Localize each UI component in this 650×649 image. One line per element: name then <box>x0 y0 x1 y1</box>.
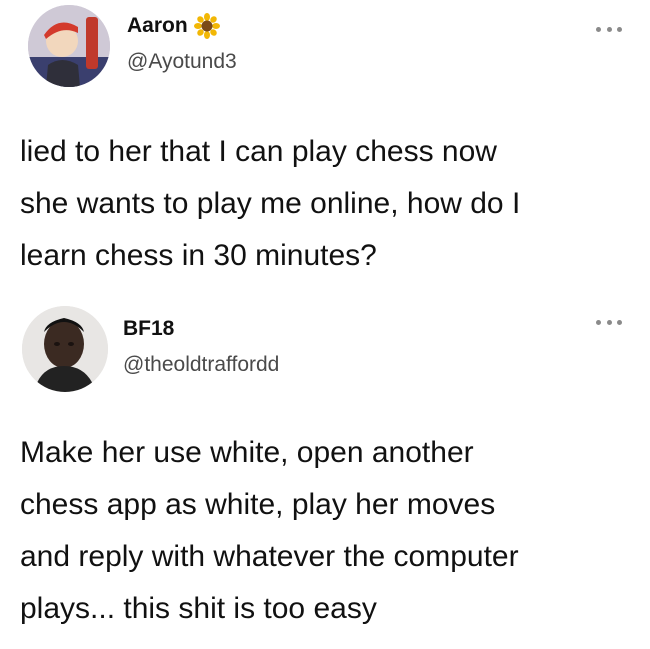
name-row: Aaron <box>127 13 220 39</box>
display-name[interactable]: BF18 <box>123 317 174 341</box>
sunflower-emoji-icon <box>193 13 220 39</box>
display-name[interactable]: Aaron <box>127 14 188 38</box>
tweet-text: lied to her that I can play chess now sh… <box>20 126 635 282</box>
avatar-icon <box>22 306 108 392</box>
tweet-text-line: she wants to play me online, how do I <box>20 187 521 220</box>
tweet-text-line: chess app as white, play her moves <box>20 488 496 521</box>
name-row: BF18 <box>123 317 174 341</box>
user-handle[interactable]: @Ayotund3 <box>127 50 237 74</box>
tweet-text-line: plays... this shit is too easy <box>20 592 377 625</box>
more-options-icon[interactable] <box>596 24 622 34</box>
tweet-text-line: and reply with whatever the computer <box>20 540 519 573</box>
avatar[interactable] <box>22 306 108 392</box>
avatar[interactable] <box>28 5 110 87</box>
tweet-text: Make her use white, open another chess a… <box>20 427 635 635</box>
avatar-icon <box>28 5 110 87</box>
tweet-text-line: learn chess in 30 minutes? <box>20 239 377 272</box>
tweet-text-line: Make her use white, open another <box>20 436 474 469</box>
tweet-original: Aaron @Ayotund3 lied to her that I can p… <box>0 0 650 295</box>
tweet-reply: BF18 @theoldtraffordd Make her use white… <box>0 295 650 649</box>
more-options-icon[interactable] <box>596 317 622 327</box>
user-handle[interactable]: @theoldtraffordd <box>123 353 279 377</box>
tweet-text-line: lied to her that I can play chess now <box>20 135 497 168</box>
